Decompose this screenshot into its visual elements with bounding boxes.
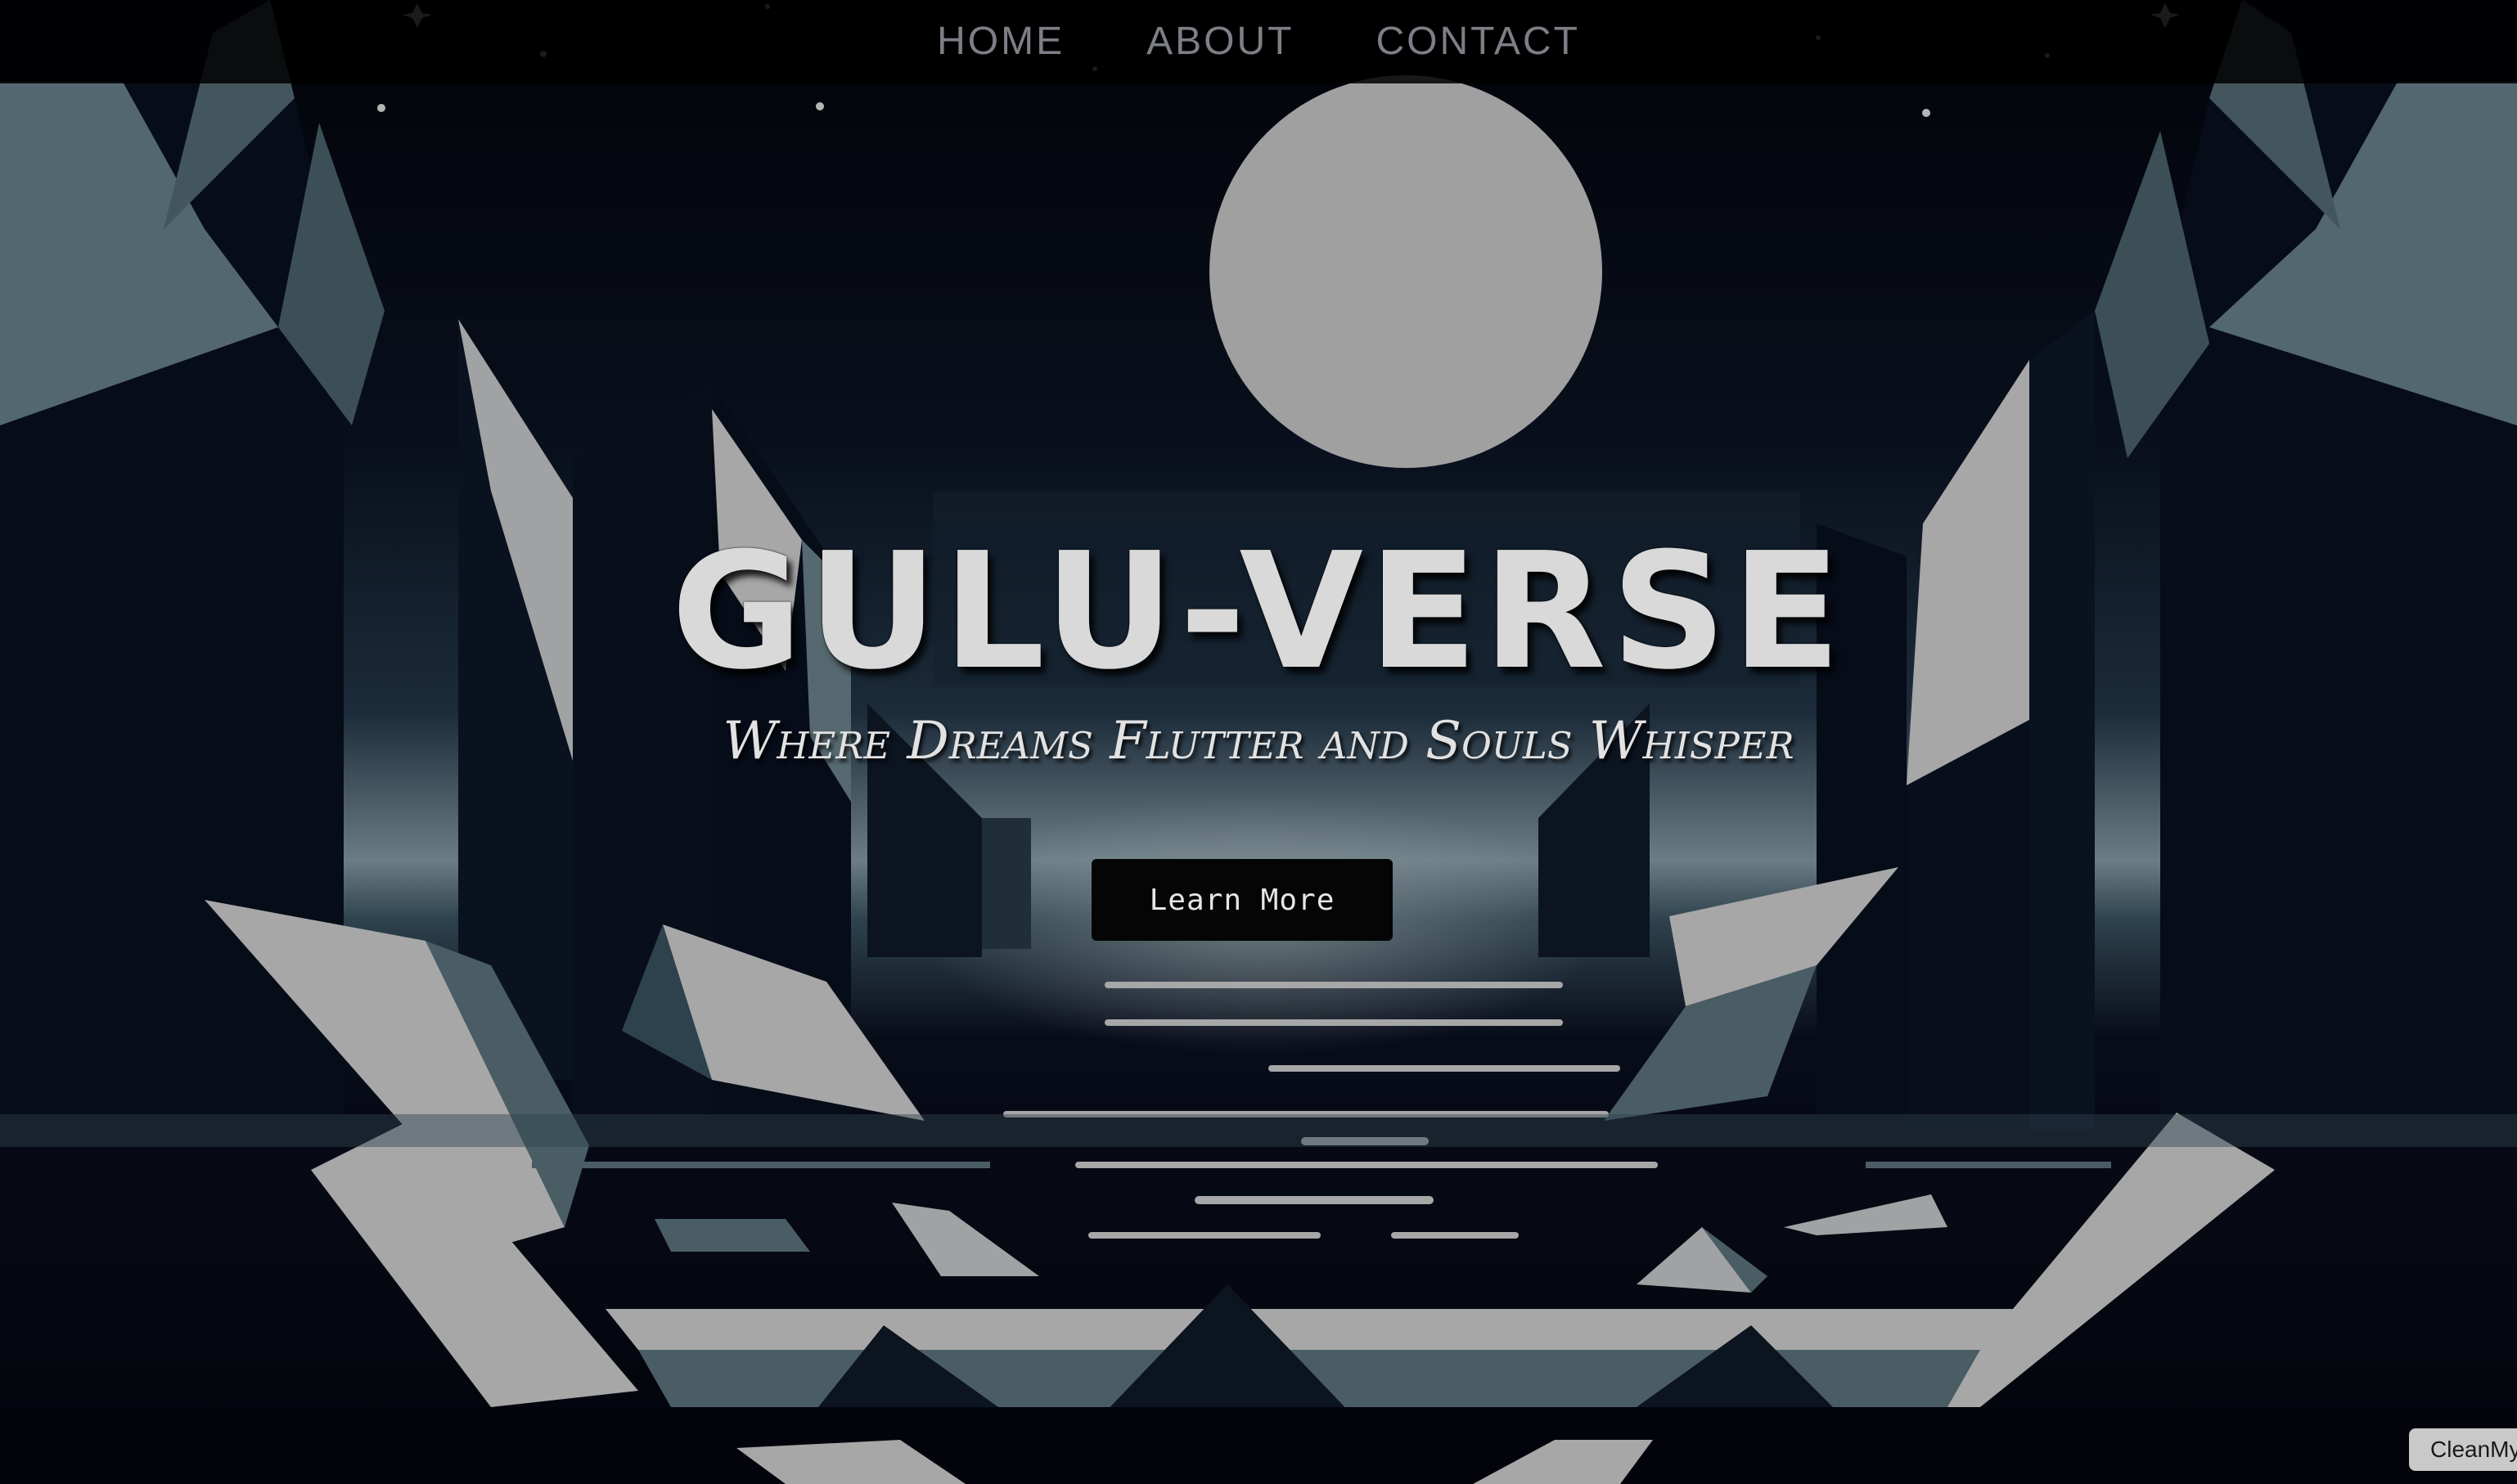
nav-link-contact[interactable]: CONTACT [1376, 22, 1579, 61]
nav-link-about[interactable]: ABOUT [1146, 22, 1294, 61]
nav-link-home[interactable]: HOME [937, 22, 1065, 61]
hero-title: GULU-VERSE [671, 519, 1846, 705]
top-navbar: HOME ABOUT CONTACT [0, 0, 2517, 83]
hero-tagline: Where Dreams Flutter and Souls Whisper [723, 711, 1794, 771]
learn-more-button[interactable]: Learn More [1092, 859, 1393, 941]
cleanmymac-badge[interactable]: CleanMy [2409, 1428, 2517, 1471]
